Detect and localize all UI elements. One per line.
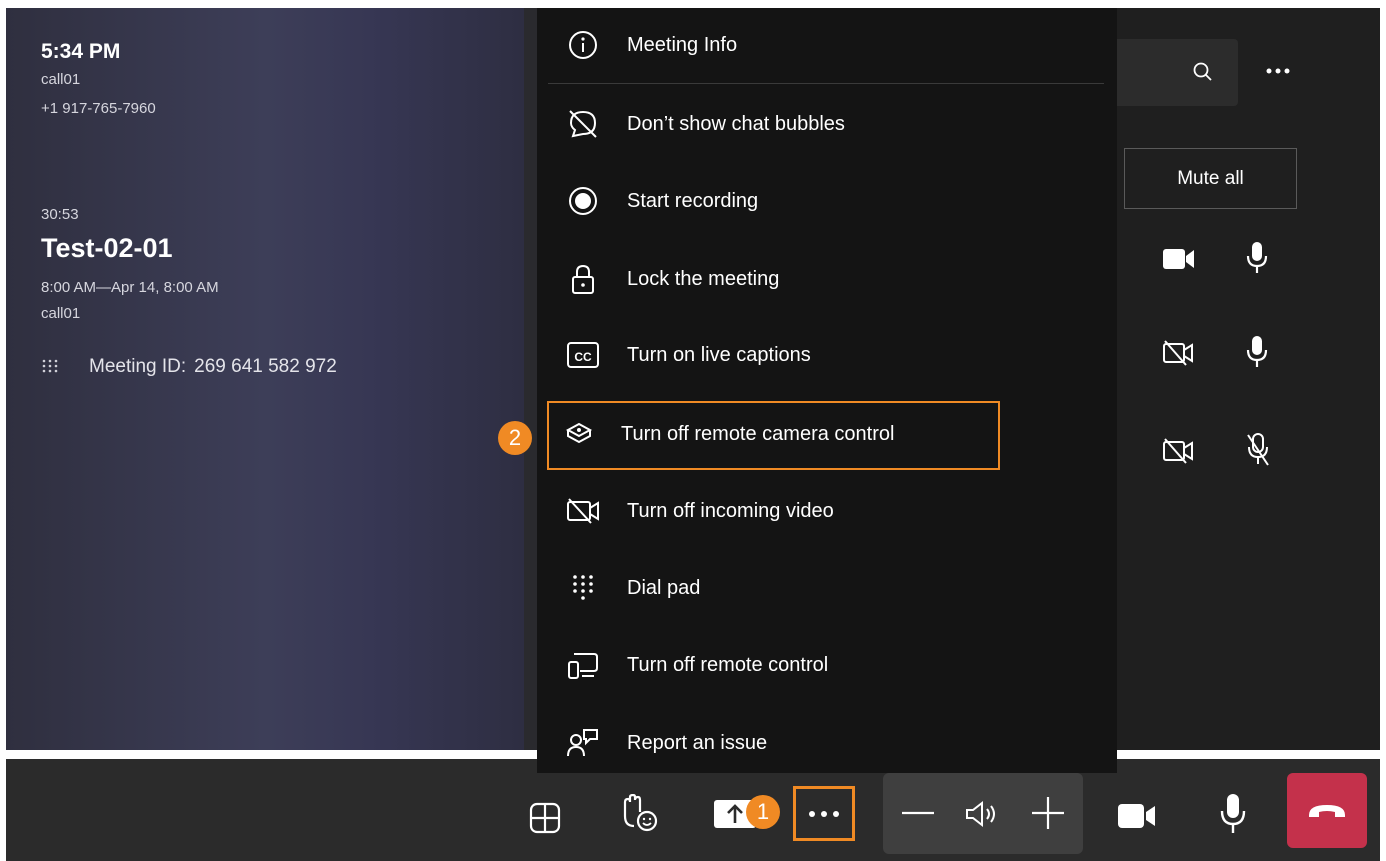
chat-bubble-off-icon — [565, 106, 601, 142]
device-phone-number: +1 917-765-7960 — [41, 100, 156, 117]
record-icon — [565, 183, 601, 219]
call-duration: 30:53 — [41, 206, 79, 223]
step-1-badge: 1 — [746, 795, 780, 829]
microphone-on-icon[interactable] — [1245, 335, 1269, 369]
meeting-info-panel: 5:34 PM call01 +1 917-765-7960 30:53 Tes… — [6, 8, 524, 750]
svg-text:CC: CC — [574, 350, 592, 364]
participant-search-box[interactable] — [1110, 39, 1238, 106]
clock-time: 5:34 PM — [41, 40, 121, 63]
search-icon[interactable] — [1192, 61, 1214, 83]
raise-hand-reactions-icon[interactable] — [617, 794, 661, 834]
lock-icon — [565, 261, 601, 297]
meeting-id-label: Meeting ID: — [89, 356, 187, 377]
participants-panel — [1117, 8, 1380, 750]
meeting-id-row: Meeting ID: 269 641 582 972 — [41, 356, 337, 378]
menu-item-label: Lock the meeting — [627, 267, 780, 290]
menu-item-label: Meeting Info — [627, 33, 738, 56]
volume-control-group — [883, 773, 1083, 854]
menu-item-chat-bubbles[interactable]: Don’t show chat bubbles — [537, 92, 1117, 156]
meeting-title: Test-02-01 — [41, 233, 173, 263]
meeting-schedule: 8:00 AM—Apr 14, 8:00 AM — [41, 279, 219, 296]
layout-icon[interactable] — [528, 801, 562, 835]
step-2-highlight — [547, 401, 1000, 470]
menu-item-dial-pad[interactable]: Dial pad — [537, 556, 1117, 620]
more-options-button[interactable] — [793, 786, 855, 841]
teams-room-meeting-screen: 5:34 PM call01 +1 917-765-7960 30:53 Tes… — [0, 0, 1386, 861]
menu-item-meeting-info[interactable]: Meeting Info — [537, 13, 1117, 77]
device-name: call01 — [41, 71, 81, 88]
more-options-menu: Meeting Info Don’t show chat bubbles Sta… — [537, 8, 1117, 773]
menu-item-label: Report an issue — [627, 731, 768, 754]
menu-item-label: Turn on live captions — [627, 343, 811, 366]
more-options-icon[interactable] — [1265, 66, 1291, 76]
hang-up-icon — [1309, 805, 1345, 817]
speaker-icon — [966, 800, 995, 828]
camera-icon[interactable] — [1117, 801, 1157, 831]
menu-item-live-captions[interactable]: CC Turn on live captions — [537, 323, 1117, 387]
captions-icon: CC — [565, 337, 601, 373]
more-options-icon — [809, 811, 839, 817]
camera-off-icon[interactable] — [1162, 437, 1194, 465]
dialpad-icon — [565, 570, 601, 606]
menu-separator — [548, 83, 1104, 84]
info-icon — [565, 27, 601, 63]
menu-item-lock-meeting[interactable]: Lock the meeting — [537, 247, 1117, 311]
menu-item-label: Turn off remote control — [627, 653, 829, 676]
video-off-icon — [565, 493, 601, 529]
menu-item-label: Start recording — [627, 189, 759, 212]
meeting-id-value: 269 641 582 972 — [194, 356, 337, 377]
camera-off-icon[interactable] — [1162, 339, 1194, 367]
menu-item-incoming-video[interactable]: Turn off incoming video — [537, 479, 1117, 543]
menu-item-start-recording[interactable]: Start recording — [537, 169, 1117, 233]
volume-up-icon[interactable] — [1031, 796, 1065, 830]
volume-down-icon[interactable] — [901, 811, 935, 815]
mute-all-button[interactable]: Mute all — [1124, 148, 1297, 209]
meeting-organizer: call01 — [41, 305, 81, 322]
menu-item-report-issue[interactable]: Report an issue — [537, 711, 1117, 775]
remote-control-icon — [565, 647, 601, 683]
report-issue-icon — [565, 725, 601, 761]
panel-divider — [524, 8, 537, 750]
camera-on-icon[interactable] — [1162, 246, 1196, 272]
menu-item-label: Don’t show chat bubbles — [627, 112, 845, 135]
step-2-badge: 2 — [498, 421, 532, 455]
menu-item-label: Dial pad — [627, 576, 701, 599]
microphone-off-icon[interactable] — [1245, 432, 1271, 468]
dialpad-icon — [42, 359, 58, 373]
microphone-icon[interactable] — [1219, 793, 1247, 835]
microphone-on-icon[interactable] — [1245, 241, 1269, 275]
menu-item-remote-control[interactable]: Turn off remote control — [537, 633, 1117, 697]
hang-up-button[interactable] — [1287, 773, 1367, 848]
menu-item-label: Turn off incoming video — [627, 499, 834, 522]
